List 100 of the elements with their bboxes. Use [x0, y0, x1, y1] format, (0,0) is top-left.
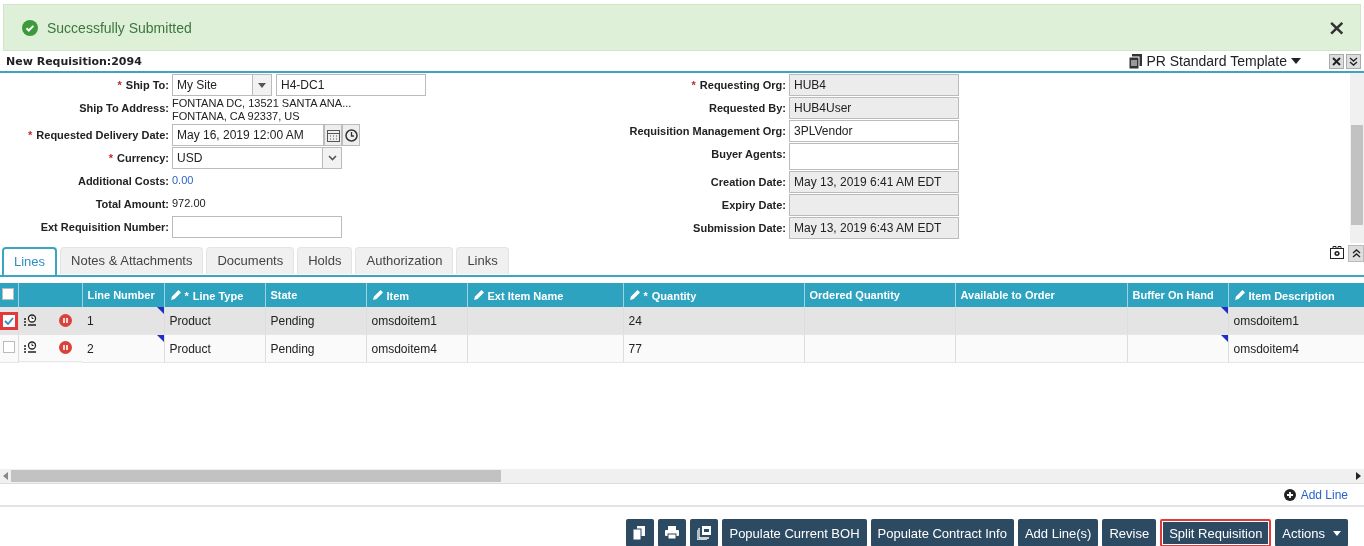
dropdown-field[interactable]: USD [172, 147, 342, 169]
required-mark: * [643, 289, 648, 302]
calendar-button[interactable] [324, 124, 342, 146]
table-cell: omsdoitem1 [366, 307, 467, 335]
calendar-icon [326, 128, 340, 142]
row-checkbox[interactable] [3, 341, 15, 353]
field-label: Total Amount: [95, 198, 169, 210]
clock-button[interactable] [342, 124, 360, 146]
action-button[interactable]: Revise [1102, 519, 1157, 546]
input-field[interactable] [789, 143, 959, 170]
link[interactable]: 0.00 [172, 170, 194, 190]
address-text: FONTANA, CA 92337, US [172, 110, 301, 123]
archive-button[interactable] [690, 519, 719, 546]
page-title: New Requisition:2094 [6, 54, 142, 68]
table-cell: 77 [623, 334, 804, 363]
copy-button[interactable] [626, 519, 655, 546]
table-cell: Product [164, 334, 265, 363]
select-all-checkbox[interactable] [2, 288, 14, 300]
required-mark: * [108, 152, 114, 164]
input-field[interactable]: 3PLVendor [789, 120, 959, 142]
caret-down-icon [1291, 58, 1301, 64]
field-label: Ship To Address: [79, 102, 169, 114]
value-text: 972.00 [172, 196, 206, 211]
pause-icon [59, 313, 72, 327]
copy-icon [633, 526, 648, 540]
action-button[interactable]: Populate Current BOH [722, 519, 867, 546]
tab[interactable]: Authorization [355, 247, 454, 274]
input-field: HUB4 [789, 74, 959, 96]
template-selector[interactable]: PR Standard Template [1129, 53, 1301, 69]
tab[interactable]: Holds [297, 247, 353, 274]
tab[interactable]: Lines [2, 247, 58, 275]
field-label: Requisition Management Org: [629, 125, 786, 137]
scroll-left-icon [3, 472, 8, 480]
table-cell: Pending [265, 307, 366, 335]
field-label: Creation Date: [710, 176, 786, 188]
required-mark: * [28, 129, 33, 141]
action-button[interactable]: Populate Contract Info [870, 519, 1014, 546]
checkmark-icon [4, 316, 14, 325]
tab[interactable]: Links [456, 247, 509, 274]
field-label: Ship To: [125, 79, 169, 91]
date-field[interactable]: May 16, 2019 12:00 AM [172, 124, 324, 146]
close-button[interactable] [1329, 53, 1344, 69]
row-checkbox[interactable] [0, 311, 18, 330]
list-clock-icon [23, 341, 37, 354]
input-field: May 13, 2019 6:41 AM EDT [789, 171, 959, 193]
caret-down-icon [258, 82, 266, 88]
table-row[interactable]: 2 Product Pending omsdoitem4 77 omsdoitem4 [0, 334, 1364, 363]
scrollbar-thumb[interactable] [1351, 125, 1363, 225]
double-chevron-down-icon [1349, 56, 1358, 66]
input-field[interactable]: H4-DC1 [276, 74, 426, 96]
actions-dropdown-button[interactable]: Actions [1275, 519, 1348, 546]
tab[interactable]: Documents [206, 247, 295, 274]
tab[interactable]: Notes & Attachments [60, 247, 204, 274]
close-button[interactable]: × [1323, 17, 1350, 38]
table-row[interactable]: 1 Product Pending omsdoitem1 24 omsdoitem1 [0, 307, 1364, 335]
list-clock-icon [23, 313, 37, 327]
collapse-button[interactable] [1348, 245, 1364, 262]
print-button[interactable] [658, 519, 687, 546]
table-cell: Product [164, 307, 265, 335]
input-field[interactable] [172, 216, 342, 238]
scrollbar[interactable] [1350, 73, 1364, 243]
action-button[interactable]: Add Line(s) [1017, 519, 1099, 546]
table-cell: omsdoitem4 [1228, 334, 1364, 363]
check-circle-icon [22, 19, 38, 36]
input-field: HUB4User [789, 97, 959, 119]
double-chevron-up-icon [1351, 249, 1361, 258]
horizontal-scrollbar[interactable] [0, 469, 1364, 483]
table-cell: omsdoitem4 [366, 334, 467, 363]
clock-icon [344, 128, 358, 142]
scrollbar-thumb[interactable] [11, 470, 501, 482]
settings-button[interactable] [1329, 245, 1345, 260]
print-icon [665, 526, 680, 540]
table-cell: 2 [82, 334, 164, 363]
corner-marker-icon [156, 307, 164, 314]
caret-down-icon [1333, 530, 1341, 536]
action-button[interactable]: Split Requisition [1160, 519, 1272, 546]
settings-icon [1330, 246, 1344, 259]
collapse-button[interactable] [1346, 53, 1361, 69]
add-line-link[interactable]: Add Line [1283, 488, 1348, 502]
dropdown-field[interactable]: My Site [172, 74, 272, 96]
table-cell: Pending [265, 334, 366, 363]
field-label: Ext Requisition Number: [40, 221, 169, 233]
stacked-boxes-icon [697, 526, 712, 540]
required-mark: * [691, 79, 696, 91]
corner-marker-icon [156, 335, 164, 342]
field-label: Expiry Date: [721, 199, 786, 211]
required-mark: * [117, 79, 122, 91]
field-label: Additional Costs: [77, 175, 169, 187]
field-label: Buyer Agents: [711, 148, 786, 160]
field-label: Submission Date: [693, 222, 786, 234]
field-label: Requesting Org: [699, 79, 786, 91]
input-field: May 13, 2019 6:43 AM EDT [789, 217, 959, 239]
corner-marker-icon [1220, 335, 1228, 342]
corner-marker-icon [1220, 307, 1228, 314]
table-cell: omsdoitem1 [1228, 307, 1364, 335]
field-label: Currency: [117, 152, 169, 164]
chevron-down-icon [327, 155, 337, 161]
table-cell: 1 [82, 307, 164, 335]
field-label: Requested By: [708, 102, 786, 114]
table-cell: 24 [623, 307, 804, 335]
